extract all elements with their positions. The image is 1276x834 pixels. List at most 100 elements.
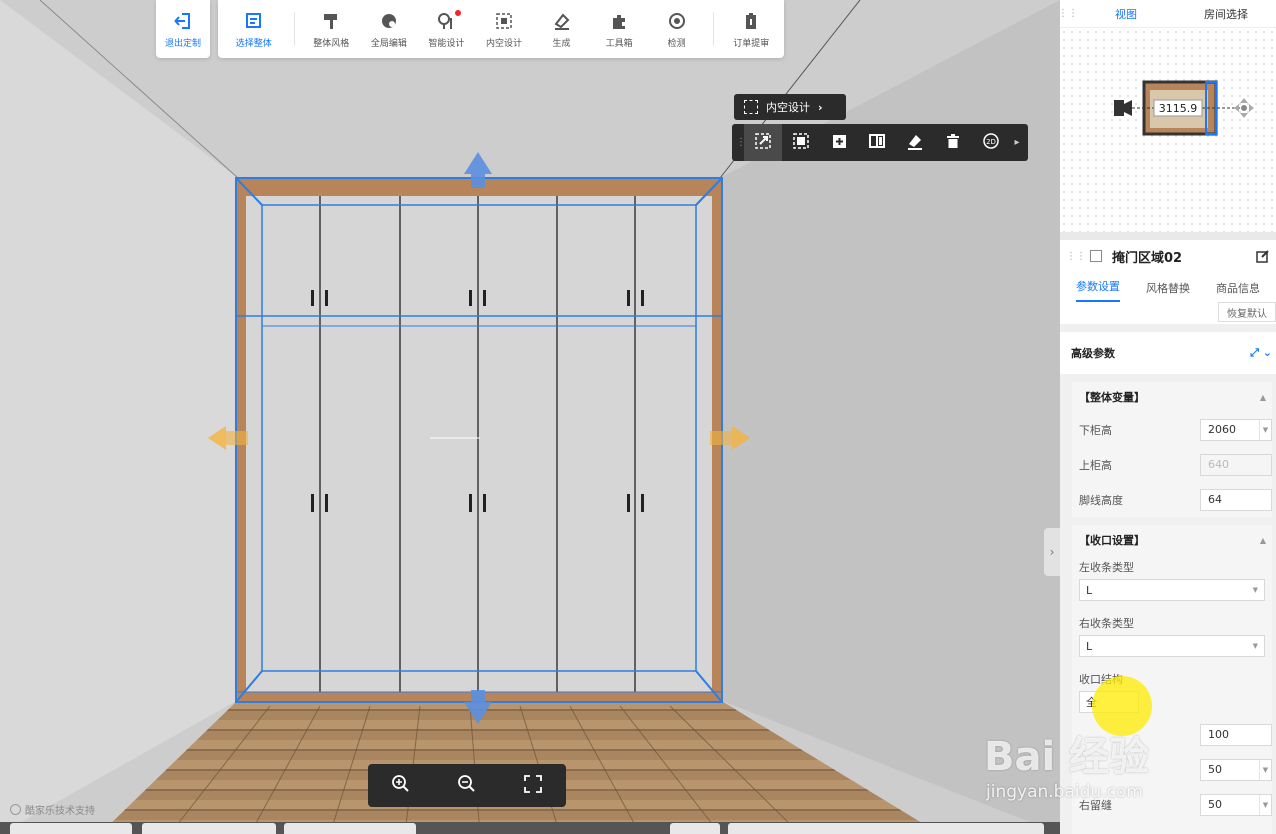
brush-button[interactable]	[896, 124, 934, 161]
select-whole-label: 选择整体	[235, 38, 272, 49]
exit-toolbar: 退出定制	[156, 0, 210, 58]
exit-icon	[172, 10, 194, 32]
minimap[interactable]: 3115.9	[1060, 28, 1276, 232]
notification-dot	[455, 10, 462, 16]
resize-button[interactable]	[744, 124, 782, 161]
group-title[interactable]: 【收口设置】 ▲	[1072, 525, 1272, 555]
bottom-tab[interactable]	[284, 823, 416, 834]
chevron-right-icon: ›	[818, 100, 823, 114]
detect-icon	[666, 10, 688, 32]
interior-design-button[interactable]: 内空设计	[475, 0, 533, 58]
bottom-tab[interactable]	[10, 823, 132, 834]
zoom-out-icon	[457, 774, 477, 797]
bottom-tab[interactable]	[142, 823, 276, 834]
detect-button[interactable]: 检测	[648, 0, 706, 58]
overall-variables-group: 【整体变量】 ▲ 下柜高 2060 ▼ 上柜高 640 脚线高度 64	[1072, 382, 1272, 517]
restore-default-button[interactable]: 恢复默认	[1218, 302, 1276, 322]
exit-custom-button[interactable]: 退出定制	[156, 0, 210, 58]
2d-toggle-button[interactable]: 2D	[972, 124, 1010, 161]
paint-roller-icon	[320, 10, 342, 32]
restore-row: 恢复默认	[1060, 302, 1276, 324]
toolbox-label: 工具箱	[605, 38, 633, 49]
split-button[interactable]	[858, 124, 896, 161]
interior-design-tag[interactable]: 内空设计 ›	[734, 94, 846, 120]
zoom-in-button[interactable]	[381, 764, 421, 807]
zoom-out-button[interactable]	[447, 764, 487, 807]
generate-button[interactable]: 生成	[533, 0, 591, 58]
left-strip-type-select[interactable]: L ▼	[1079, 579, 1265, 601]
select-whole-icon	[243, 10, 265, 32]
input-value: 640	[1208, 458, 1229, 471]
floating-toolbar: ⋮⋮ 2D ▸	[732, 124, 1028, 161]
brush-icon	[906, 132, 924, 153]
expand-icon[interactable]: ⤢ ⌄	[1250, 346, 1272, 360]
add-button[interactable]	[820, 124, 858, 161]
resize-icon	[754, 132, 772, 153]
global-edit-button[interactable]: 全局编辑	[360, 0, 418, 58]
baseboard-height-row: 脚线高度 64	[1072, 482, 1272, 517]
delete-button[interactable]	[934, 124, 972, 161]
split-icon	[868, 132, 886, 153]
tab-style-replace[interactable]: 风格替换	[1146, 280, 1190, 302]
drag-handle-icon[interactable]: ⋮⋮	[1058, 0, 1078, 27]
advanced-params-row: 高级参数 ⤢ ⌄	[1060, 332, 1276, 374]
tab-view[interactable]: 视图	[1076, 0, 1176, 27]
interior-design-icon	[493, 10, 515, 32]
caret-up-icon: ▲	[1259, 392, 1266, 402]
lower-cabinet-height-input[interactable]: 2060 ▼	[1200, 418, 1272, 441]
dropdown-icon[interactable]: ▼	[1259, 794, 1271, 815]
watermark-logo: Bai 经验	[984, 734, 1150, 780]
right-gap-input[interactable]: 50 ▼	[1200, 793, 1272, 816]
select-region-icon	[792, 132, 810, 153]
collapse-panel-button[interactable]: ›	[1044, 528, 1060, 576]
bottom-tab[interactable]	[670, 823, 720, 834]
detect-label: 检测	[667, 38, 686, 49]
left-strip-type-field: 左收条类型 L ▼	[1072, 555, 1272, 601]
toolbar-divider	[293, 12, 295, 46]
right-strip-type-select[interactable]: L ▼	[1079, 635, 1265, 657]
3d-viewport[interactable]: 退出定制 选择整体 整体风格 全局编辑 智能设计 内空设计 生成 工具箱 检测 …	[0, 0, 1060, 834]
closing-param-input[interactable]: 100	[1200, 723, 1272, 746]
closing-param-input[interactable]: 50 ▼	[1200, 758, 1272, 781]
field-label: 上柜高	[1079, 458, 1112, 472]
select-region-button[interactable]	[782, 124, 820, 161]
tab-params[interactable]: 参数设置	[1076, 278, 1120, 302]
tab-room-select[interactable]: 房间选择	[1176, 0, 1276, 27]
rotate-handle-icon	[1241, 105, 1247, 111]
drag-handle-icon[interactable]: ⋮⋮	[736, 137, 756, 148]
drag-handle-icon[interactable]: ⋮⋮	[1066, 251, 1086, 262]
toolbar-divider	[713, 12, 715, 46]
bottom-tab[interactable]	[728, 823, 1044, 834]
toolbox-button[interactable]: 工具箱	[590, 0, 648, 58]
fullscreen-button[interactable]	[513, 764, 553, 807]
input-value: 50	[1208, 798, 1222, 811]
select-whole-button[interactable]: 选择整体	[222, 0, 286, 58]
add-icon	[830, 132, 848, 153]
edit-icon[interactable]	[1256, 249, 1270, 263]
field-label: 右收条类型	[1079, 617, 1134, 630]
delete-icon	[944, 132, 962, 153]
input-value: 2060	[1208, 423, 1236, 436]
upper-cabinet-height-row: 上柜高 640	[1072, 447, 1272, 482]
tab-product-info[interactable]: 商品信息	[1216, 280, 1260, 302]
input-value: 50	[1208, 763, 1222, 776]
dropdown-icon[interactable]: ▼	[1259, 759, 1271, 780]
main-toolbar: 选择整体 整体风格 全局编辑 智能设计 内空设计 生成 工具箱 检测 订单提审	[218, 0, 784, 58]
overall-style-label: 整体风格	[313, 38, 350, 49]
property-panel-header: ⋮⋮ 掩门区域02	[1060, 240, 1276, 272]
smart-design-button[interactable]: 智能设计	[418, 0, 476, 58]
closing-settings-title: 【收口设置】	[1079, 534, 1145, 547]
zoom-in-icon	[391, 774, 411, 797]
view-panel: ⋮⋮ 视图 房间选择 3115.9	[1058, 0, 1276, 232]
expand-arrow-icon[interactable]: ▸	[1010, 137, 1024, 148]
baseboard-height-input[interactable]: 64	[1200, 488, 1272, 511]
interior-tag-icon	[744, 100, 758, 114]
order-submit-button[interactable]: 订单提审	[722, 0, 780, 58]
dropdown-icon[interactable]: ▼	[1259, 419, 1271, 440]
interior-design-label: 内空设计	[485, 38, 522, 49]
caret-up-icon: ▲	[1259, 535, 1266, 545]
overall-style-button[interactable]: 整体风格	[303, 0, 361, 58]
generate-label: 生成	[552, 38, 571, 49]
group-title[interactable]: 【整体变量】 ▲	[1072, 382, 1272, 412]
minimap-canvas[interactable]: 3115.9	[1060, 28, 1276, 232]
